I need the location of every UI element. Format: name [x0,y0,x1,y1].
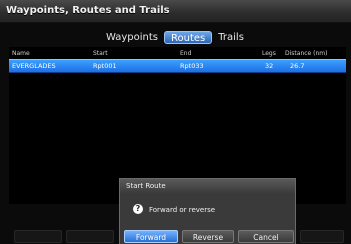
app-window: Waypoints, Routes and Trails Waypoints R… [0,0,351,244]
route-end: Rpt033 [180,62,204,70]
tab-bar: Waypoints Routes Trails [100,31,260,44]
column-header-name: Name [12,50,30,57]
column-header-end: End [180,50,192,57]
tab-routes[interactable]: Routes [164,31,213,44]
background-button-left-2 [66,230,114,243]
tab-waypoints[interactable]: Waypoints [100,31,164,44]
column-header-start: Start [93,50,108,57]
table-row[interactable]: EVERGLADES Rpt001 Rpt033 32 26.7 [9,59,346,73]
button-bar: Forward Reverse Cancel [0,227,351,244]
route-legs: 32 [265,62,274,70]
forward-button[interactable]: Forward [124,230,178,243]
route-distance: 26.7 [290,62,305,70]
background-button-left [14,230,62,243]
route-start: Rpt001 [93,62,117,70]
dialog-message: Forward or reverse [149,206,216,214]
window-title: Waypoints, Routes and Trails [6,5,170,16]
dialog-title: Start Route [120,179,295,193]
route-name: EVERGLADES [12,62,56,70]
cancel-button[interactable]: Cancel [238,230,294,243]
reverse-button[interactable]: Reverse [182,230,234,243]
column-header-legs: Legs [262,50,276,57]
title-bar: Waypoints, Routes and Trails [0,0,351,23]
column-header-distance: Distance (nm) [285,50,328,57]
background-button-right [300,230,344,243]
question-icon: ? [133,204,143,214]
tab-trails[interactable]: Trails [212,31,250,44]
